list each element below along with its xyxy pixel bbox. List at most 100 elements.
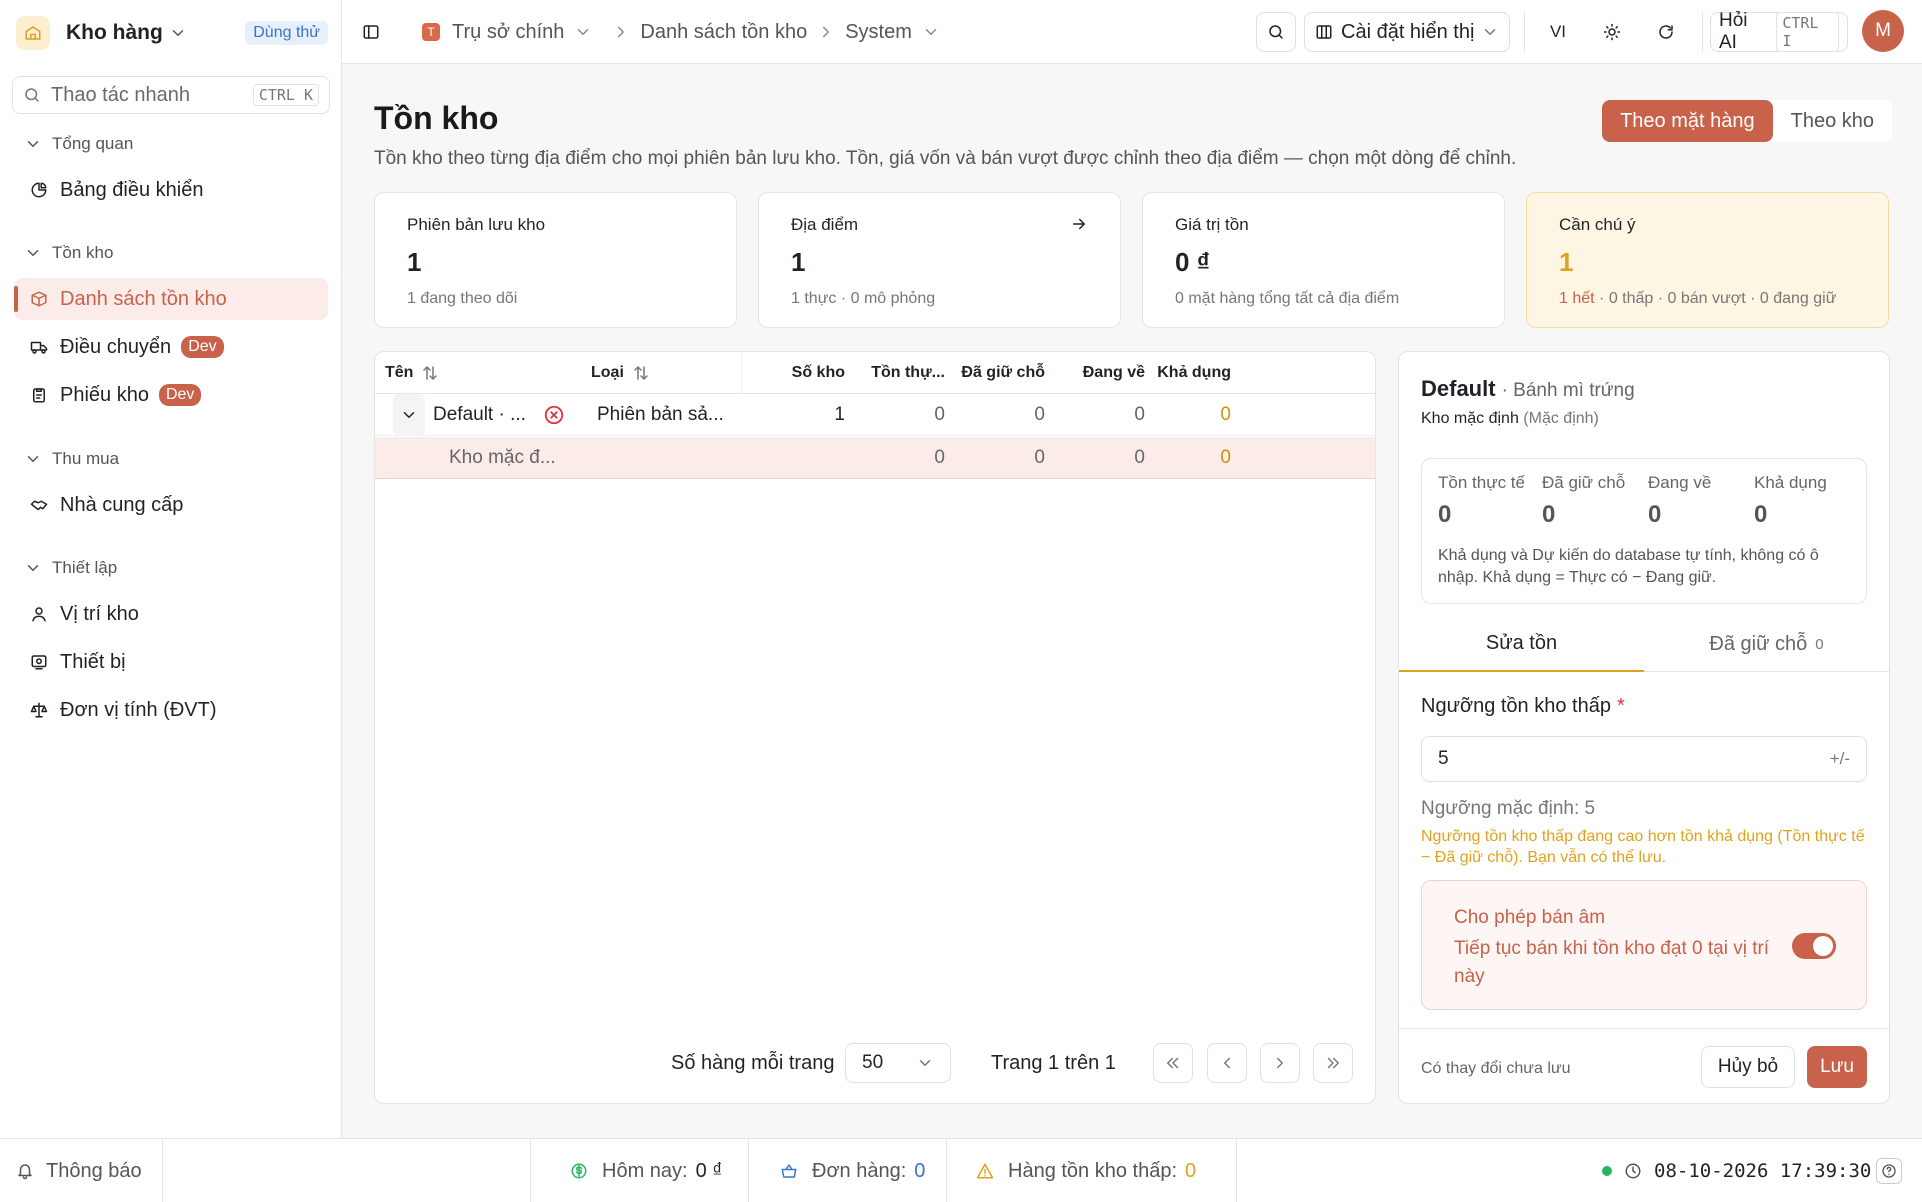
row-available: 0 — [1220, 404, 1231, 425]
sidebar-item-locations[interactable]: Vị trí kho — [14, 593, 328, 635]
card-title: Phiên bản lưu kho — [407, 215, 546, 234]
display-settings-label: Cài đặt hiển thị — [1341, 20, 1475, 43]
card-value: 1 — [1559, 247, 1574, 277]
x-circle-icon — [543, 394, 565, 436]
chevron-down-icon[interactable] — [574, 23, 592, 41]
footer-divider — [1399, 1028, 1889, 1029]
card-subtext: 1 hết · 0 thấp · 0 bán vượt · 0 đang giữ — [1559, 290, 1856, 308]
group-purchasing[interactable]: Thu mua — [24, 449, 119, 469]
column-header-name[interactable]: Tên — [385, 352, 439, 394]
sidebar-item-label: Vị trí kho — [60, 602, 139, 625]
page-subtitle: Tồn kho theo từng địa điểm cho mọi phiên… — [374, 148, 1517, 169]
card-subtext: 1 đang theo dõi — [407, 290, 518, 307]
threshold-stepper[interactable]: +/- — [1830, 749, 1850, 769]
chevron-down-icon — [24, 450, 42, 468]
expand-row-button[interactable] — [393, 394, 425, 436]
previous-page-button[interactable] — [1207, 1043, 1247, 1083]
sidebar-item-inventory-list[interactable]: Danh sách tồn kho — [14, 278, 328, 320]
column-header-on-hand[interactable]: Tồn thự... — [865, 352, 945, 394]
trial-badge: Dùng thử — [245, 21, 328, 45]
breadcrumb-system[interactable]: System — [845, 21, 912, 44]
row-on-hand: 0 — [934, 404, 945, 425]
inventory-table: Tên Loại Số kho Tồn thự... Đã giữ chỗ Đa… — [374, 351, 1376, 1104]
group-settings[interactable]: Thiết lập — [24, 558, 117, 578]
help-button[interactable] — [1876, 1139, 1902, 1202]
allow-negative-toggle[interactable] — [1792, 933, 1836, 959]
location-name: Kho mặc định — [1421, 410, 1519, 427]
tab-reservations[interactable]: Đã giữ chỗ 0 — [1644, 616, 1889, 672]
group-inventory[interactable]: Tồn kho — [24, 243, 113, 263]
scale-icon — [30, 701, 48, 719]
first-page-button[interactable] — [1153, 1043, 1193, 1083]
group-overview[interactable]: Tổng quan — [24, 134, 133, 154]
stat-card-locations[interactable]: Địa điểm 1 1 thực · 0 mô phỏng — [758, 192, 1121, 328]
sidebar-item-stock-slips[interactable]: Phiếu kho Dev — [14, 374, 328, 416]
card-subtext-rest: · 0 thấp · 0 bán vượt · 0 đang giữ — [1594, 290, 1837, 307]
clock-icon — [1624, 1162, 1642, 1180]
notifications-label: Thông báo — [46, 1159, 142, 1182]
branch-badge: T — [422, 23, 440, 41]
cancel-button[interactable]: Hủy bỏ — [1701, 1046, 1795, 1088]
truck-icon — [30, 338, 48, 356]
save-button[interactable]: Lưu — [1807, 1046, 1867, 1088]
table-row[interactable]: Default · ... Phiên bản sả... 1 0 0 0 0 — [375, 394, 1375, 436]
column-header-type[interactable]: Loại — [591, 352, 650, 394]
language-button[interactable]: VI — [1538, 12, 1578, 52]
threshold-input[interactable]: 5 +/- — [1421, 736, 1867, 782]
table-row-selected[interactable]: Kho mặc đ... 0 0 0 0 — [375, 437, 1375, 479]
sidebar-item-dashboard[interactable]: Bảng điều khiển — [14, 169, 328, 211]
detail-header: Default · Bánh mì trứng — [1421, 376, 1635, 402]
display-settings-button[interactable]: Cài đặt hiển thị — [1304, 12, 1510, 52]
theme-toggle-button[interactable] — [1592, 12, 1632, 52]
breadcrumb-page[interactable]: Danh sách tồn kho — [640, 21, 807, 44]
arrow-right-icon[interactable] — [1070, 215, 1088, 235]
chevrons-left-icon — [1164, 1054, 1182, 1072]
location-note: (Mặc định) — [1523, 410, 1599, 427]
today-label: Hôm nay: — [602, 1159, 688, 1182]
low-stock-label: Hàng tồn kho thấp: — [1008, 1159, 1178, 1182]
notifications-button[interactable]: Thông báo — [16, 1139, 142, 1202]
detail-title: Default — [1421, 376, 1496, 401]
search-button[interactable] — [1256, 12, 1296, 52]
row-type: Phiên bản sả... — [597, 404, 724, 425]
chevron-down-icon — [169, 24, 187, 42]
allow-negative-box: Cho phép bán âm Tiếp tục bán khi tồn kho… — [1421, 880, 1867, 1010]
sidebar-item-units[interactable]: Đơn vị tính (ĐVT) — [14, 689, 328, 731]
column-header-incoming[interactable]: Đang về — [1055, 352, 1145, 394]
row-name: Kho mặc đ... — [449, 447, 556, 468]
sidebar-item-transfers[interactable]: Điều chuyển Dev — [14, 326, 328, 368]
help-icon — [1876, 1158, 1902, 1184]
column-header-available[interactable]: Khả dụng — [1141, 352, 1231, 394]
tab-label: Sửa tồn — [1485, 631, 1558, 654]
card-value: 1 — [407, 247, 422, 277]
breadcrumb-branch[interactable]: Trụ sở chính — [452, 21, 564, 44]
rows-per-page-select[interactable]: 50 — [845, 1043, 951, 1083]
column-label: Loại — [591, 364, 624, 381]
app-name: Kho hàng — [66, 21, 163, 44]
view-by-item-button[interactable]: Theo mặt hàng — [1602, 100, 1773, 142]
card-subtext: 1 thực · 0 mô phỏng — [791, 290, 936, 307]
toggle-sidebar-button[interactable] — [362, 12, 380, 52]
column-header-reserved[interactable]: Đã giữ chỗ — [955, 352, 1045, 394]
clock: 08-10-2026 17:39:30 — [1602, 1139, 1871, 1202]
sort-icon — [632, 364, 650, 382]
tab-edit-stock[interactable]: Sửa tồn — [1399, 616, 1644, 672]
user-menu[interactable]: M — [1862, 10, 1904, 52]
dev-badge: Dev — [158, 384, 202, 406]
detail-location: Kho mặc định (Mặc định) — [1421, 410, 1599, 428]
today-revenue: Hôm nay: 0 ₫ — [570, 1139, 723, 1202]
ask-ai-button[interactable]: Hỏi AI CTRL I — [1710, 10, 1848, 53]
threshold-value: 5 — [1438, 748, 1449, 769]
sidebar-item-label: Danh sách tồn kho — [60, 287, 227, 310]
last-page-button[interactable] — [1313, 1043, 1353, 1083]
chevron-down-icon[interactable] — [922, 23, 940, 41]
quick-action-search[interactable]: Thao tác nhanh CTRL K — [12, 76, 330, 114]
workspace-switcher[interactable]: Kho hàng Dùng thử — [16, 12, 328, 54]
breadcrumb: T Trụ sở chính Danh sách tồn kho System — [422, 12, 950, 52]
column-header-locations[interactable]: Số kho — [775, 352, 845, 394]
next-page-button[interactable] — [1260, 1043, 1300, 1083]
view-by-warehouse-button[interactable]: Theo kho — [1773, 100, 1892, 142]
sidebar-item-suppliers[interactable]: Nhà cung cấp — [14, 484, 328, 526]
sidebar-item-devices[interactable]: Thiết bị — [14, 641, 328, 683]
refresh-button[interactable] — [1646, 12, 1686, 52]
